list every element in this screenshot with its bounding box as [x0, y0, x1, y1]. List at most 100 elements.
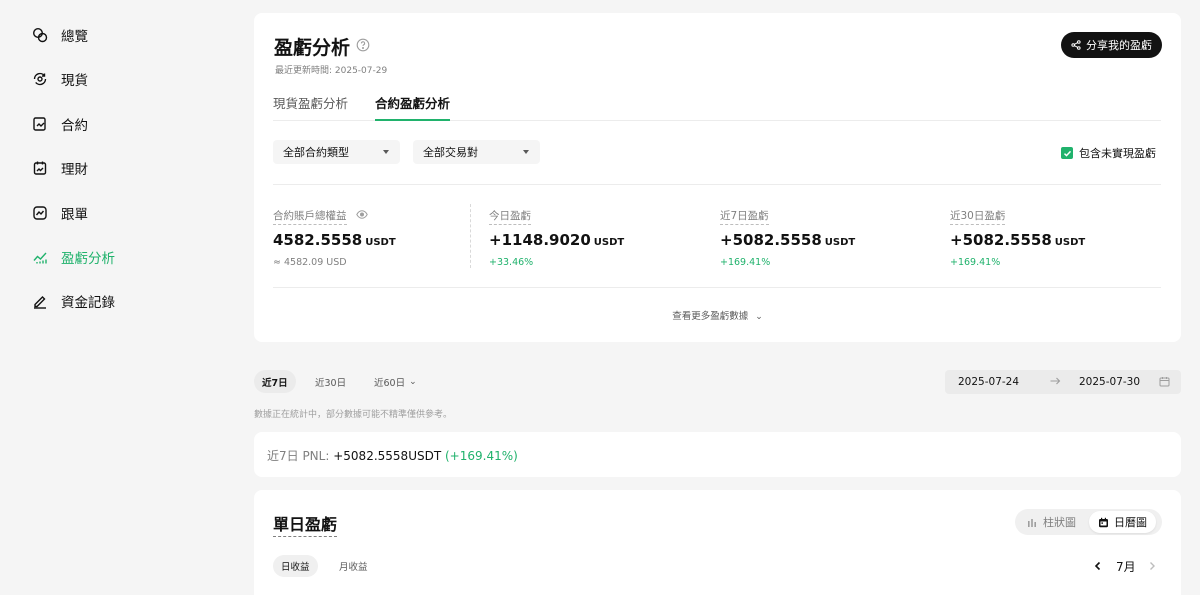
stat-sub: ≈ 4582.09 USD — [273, 257, 347, 268]
bar-chart-label: 柱狀圖 — [1043, 516, 1076, 529]
stat-unit: USDT — [1054, 237, 1086, 248]
range-30d[interactable]: 近30日 — [307, 370, 354, 393]
sidebar-item-label: 總覽 — [61, 29, 88, 45]
range-60d-label: 近60日 — [374, 377, 406, 389]
help-icon[interactable] — [356, 38, 370, 52]
month-navigator: 7月 — [1092, 556, 1158, 576]
contract-type-select[interactable]: 全部合約類型 — [273, 140, 400, 164]
date-range-picker[interactable]: 2025-07-24 2025-07-30 — [945, 370, 1181, 394]
include-unrealized-checkbox[interactable]: 包含未實現盈虧 — [1061, 145, 1156, 161]
calendar-icon — [1099, 517, 1108, 527]
end-date: 2025-07-30 — [1079, 376, 1141, 388]
tab-spot-pnl[interactable]: 現貨盈虧分析 — [273, 93, 348, 121]
page-title: 盈虧分析 — [274, 37, 351, 59]
range-7d[interactable]: 近7日 — [254, 370, 296, 393]
arrow-right-icon — [1050, 377, 1061, 385]
tab-monthly-profit[interactable]: 月收益 — [331, 555, 376, 577]
caret-down-icon — [523, 150, 529, 154]
start-date: 2025-07-24 — [958, 376, 1020, 388]
trading-pair-select[interactable]: 全部交易對 — [413, 140, 540, 164]
stat-label: 合約賬戶總權益 — [273, 208, 347, 225]
sidebar-item-spot[interactable]: 現貨 — [32, 67, 88, 91]
stat-sub: +33.46% — [489, 257, 534, 268]
earn-icon — [32, 160, 48, 176]
sidebar: 總覽 現貨 合約 理財 跟單 盈虧分析 資金記錄 — [0, 0, 240, 595]
pnl-total-card: 近7日 PNL: +5082.5558USDT (+169.41%) — [254, 432, 1181, 477]
stat-today-pnl: 今日盈虧 +1148.9020 USDT +33.46% — [489, 204, 624, 268]
pnl-label: 近7日 PNL: — [267, 449, 330, 463]
stat-label: 今日盈虧 — [489, 208, 531, 225]
stat-value: 4582.5558 — [273, 231, 363, 249]
daily-pnl-title: 單日盈虧 — [273, 511, 338, 537]
last-updated: 最近更新時間: 2025-07-29 — [275, 66, 388, 76]
tab-contract-pnl[interactable]: 合約盈虧分析 — [375, 93, 451, 121]
stat-sub: +169.41% — [720, 257, 771, 268]
stat-total-equity: 合約賬戶總權益 4582.5558 USDT ≈ 4582.09 USD — [273, 204, 396, 268]
stat-label: 近7日盈虧 — [720, 208, 769, 225]
pnl-unit: USDT — [408, 449, 442, 463]
stat-sub: +169.41% — [950, 257, 1001, 268]
sidebar-item-overview[interactable]: 總覽 — [32, 23, 88, 47]
daily-pnl-card: 單日盈虧 柱狀圖 日曆圖 日收益 月收益 7月 — [254, 490, 1181, 595]
pen-icon — [32, 293, 48, 309]
sidebar-item-contract[interactable]: 合約 — [32, 112, 88, 136]
sidebar-item-copy-trade[interactable]: 跟單 — [32, 201, 88, 225]
sidebar-item-label: 資金記錄 — [61, 295, 115, 311]
stat-7d-pnl: 近7日盈虧 +5082.5558 USDT +169.41% — [720, 204, 855, 268]
bar-chart-view-button[interactable]: 柱狀圖 — [1018, 511, 1085, 533]
sidebar-item-label: 跟單 — [61, 207, 88, 223]
coins-icon — [32, 27, 48, 43]
chevron-right-icon[interactable] — [1146, 560, 1158, 572]
pnl-value: +5082.5558 — [333, 449, 409, 463]
more-pnl-label: 查看更多盈虧數據 — [672, 311, 749, 322]
stat-unit: USDT — [824, 237, 856, 248]
chevron-down-icon: ⌄ — [755, 312, 763, 322]
sidebar-item-earn[interactable]: 理財 — [32, 156, 88, 180]
stat-unit: USDT — [365, 237, 396, 248]
sidebar-item-label: 合約 — [61, 118, 88, 134]
pnl-percent: (+169.41%) — [445, 449, 518, 463]
data-notice: 數據正在統計中，部分數據可能不精準僅供參考。 — [254, 410, 453, 420]
range-60d[interactable]: 近60日 ⌄ — [366, 370, 425, 393]
sidebar-item-label: 盈虧分析 — [61, 251, 115, 267]
sidebar-item-label: 現貨 — [61, 73, 88, 89]
sidebar-item-pnl-analysis[interactable]: 盈虧分析 — [32, 245, 115, 269]
pnl-total: 近7日 PNL: +5082.5558USDT (+169.41%) — [267, 447, 518, 464]
share-label: 分享我的盈虧 — [1086, 39, 1152, 52]
chevron-left-icon[interactable] — [1092, 560, 1104, 572]
sidebar-item-fund-records[interactable]: 資金記錄 — [32, 289, 115, 313]
caret-down-icon — [383, 150, 389, 154]
pnl-tabs: 現貨盈虧分析 合約盈虧分析 — [273, 93, 1161, 121]
spot-icon — [32, 71, 48, 87]
trading-pair-value: 全部交易對 — [423, 146, 478, 159]
contract-icon — [32, 116, 48, 132]
stat-30d-pnl: 近30日盈虧 +5082.5558 USDT +169.41% — [950, 204, 1085, 268]
bar-chart-icon — [1028, 518, 1036, 527]
chart-view-toggle: 柱狀圖 日曆圖 — [1015, 509, 1162, 535]
checkmark-icon — [1061, 147, 1073, 159]
share-icon — [1071, 40, 1081, 50]
more-pnl-data-link[interactable]: 查看更多盈虧數據 ⌄ — [254, 308, 1181, 322]
calendar-icon — [1159, 377, 1170, 387]
chevron-down-icon: ⌄ — [409, 376, 417, 387]
tab-daily-profit[interactable]: 日收益 — [273, 555, 318, 577]
calendar-label: 日曆圖 — [1114, 516, 1147, 529]
divider — [273, 184, 1161, 185]
stat-value: +5082.5558 — [950, 231, 1052, 249]
pnl-summary-card: 盈虧分析 最近更新時間: 2025-07-29 分享我的盈虧 現貨盈虧分析 合約… — [254, 13, 1181, 342]
divider — [273, 287, 1161, 288]
eye-icon[interactable] — [355, 210, 368, 219]
calendar-view-button[interactable]: 日曆圖 — [1089, 511, 1156, 533]
include-unrealized-label: 包含未實現盈虧 — [1079, 147, 1156, 160]
stat-value: +1148.9020 — [489, 231, 591, 249]
stat-unit: USDT — [593, 237, 625, 248]
contract-type-value: 全部合約類型 — [283, 146, 349, 159]
copy-trade-icon — [32, 205, 48, 221]
stat-value: +5082.5558 — [720, 231, 822, 249]
sidebar-item-label: 理財 — [61, 162, 88, 178]
stat-label: 近30日盈虧 — [950, 208, 1006, 225]
chart-line-icon — [32, 249, 48, 265]
current-month: 7月 — [1116, 559, 1136, 574]
stat-divider — [470, 204, 471, 268]
share-pnl-button[interactable]: 分享我的盈虧 — [1061, 32, 1162, 58]
